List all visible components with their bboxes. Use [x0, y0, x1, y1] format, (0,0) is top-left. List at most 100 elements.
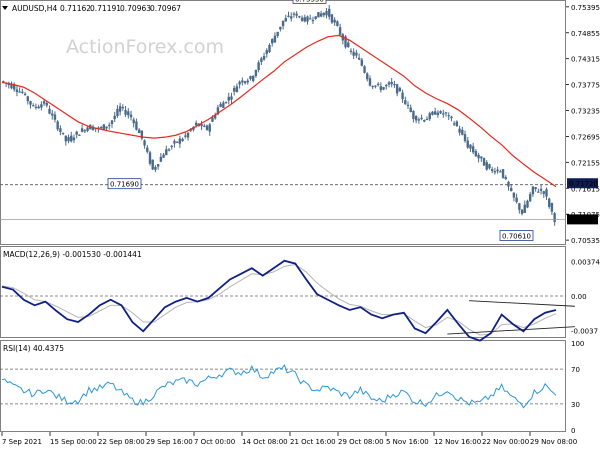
candle-body [444, 112, 448, 114]
candle-body [61, 132, 65, 134]
candle-body [363, 66, 366, 73]
candle-body [78, 134, 81, 136]
annotation-label: 0.71690 [110, 181, 139, 189]
candle-body [243, 81, 247, 84]
candle-body [501, 169, 505, 178]
candle-body [284, 18, 287, 22]
candle-body [328, 8, 331, 17]
candle-body [450, 116, 453, 119]
candle-body [333, 19, 336, 23]
macd-panel [0, 246, 566, 338]
candle-body [379, 86, 383, 91]
candle-body [56, 121, 59, 130]
candle-body [146, 147, 149, 152]
candle-body [205, 125, 209, 130]
candle-body [292, 13, 296, 15]
candle-body [458, 128, 461, 133]
candle-body [167, 149, 171, 151]
rsi-tick-label: 0 [571, 427, 575, 435]
candle-body [382, 87, 385, 90]
candle-body [170, 145, 173, 148]
candle-body [482, 158, 486, 166]
candle-body [412, 110, 415, 119]
time-tick-label: 22 Sep 08:00 [98, 438, 145, 446]
time-tick-label: 22 Nov 00:00 [482, 438, 529, 446]
candle-body [393, 83, 396, 86]
candle-body [385, 84, 388, 87]
collapse-triangle-icon[interactable] [2, 6, 8, 10]
candle-body [398, 87, 402, 92]
candle-body [314, 16, 317, 20]
candle-body [452, 123, 456, 125]
time-tick-label: 7 Sep 2021 [2, 438, 42, 446]
candle-body [45, 102, 49, 106]
candle-body [300, 17, 304, 21]
candle-body [463, 134, 467, 141]
candle-body [175, 141, 179, 143]
candle-body [455, 121, 459, 127]
candle-body [537, 191, 540, 193]
rsi-title: RSI(14) 40.4375 [3, 344, 64, 353]
candle-body [466, 140, 469, 148]
candle-body [409, 107, 412, 112]
price-tick-label: 0.73235 [571, 108, 600, 116]
price-tick-label: 0.70535 [571, 237, 600, 245]
chart-canvas: ActionForex.com 0.75550 0.71690 0.70610 0.… [0, 0, 600, 446]
candle-body [241, 80, 244, 83]
candle-body [477, 154, 480, 159]
candle-body [64, 135, 68, 142]
candle-body [154, 167, 157, 170]
candle-body [469, 144, 472, 149]
candle-body [40, 104, 43, 108]
candle-body [99, 126, 103, 129]
candle-body [262, 56, 266, 60]
candle-body [523, 204, 526, 213]
candle-body [151, 159, 154, 170]
candle-body [224, 101, 228, 104]
candle-body [80, 128, 84, 132]
candle-body [26, 96, 29, 102]
candle-body [357, 57, 361, 60]
candle-body [235, 86, 239, 93]
candle-body [545, 189, 548, 197]
candle-body [325, 11, 328, 16]
rsi-tick-label: 70 [571, 366, 580, 374]
candle-body [260, 58, 263, 62]
ohlc-close: 0.70967 [150, 4, 181, 13]
candle-body [159, 156, 163, 162]
candle-body [184, 135, 187, 137]
time-tick-label: 14 Oct 08:00 [242, 438, 288, 446]
candle-body [371, 85, 374, 88]
candle-body [211, 117, 214, 122]
candle-body [480, 156, 483, 159]
candle-body [447, 115, 450, 117]
current-price-label: 0.70967 [569, 216, 598, 224]
candle-body [420, 117, 423, 120]
candle-body [404, 100, 407, 105]
candle-body [295, 13, 298, 16]
candle-body [311, 19, 315, 22]
candle-body [118, 106, 122, 112]
candle-body [414, 116, 418, 121]
axis-labels: 0.75395 0.74855 0.74315 0.73775 0.73235 0.726… [1, 4, 600, 446]
candle-body [273, 35, 277, 43]
ohlc-low: 0.70963 [120, 4, 151, 13]
candle-body [108, 124, 111, 127]
candle-body [249, 76, 252, 80]
candle-body [496, 169, 499, 172]
candle-body [32, 105, 35, 107]
candle-body [360, 59, 364, 66]
candle-body [401, 92, 404, 100]
time-tick-label: 5 Nov 16:00 [386, 438, 429, 446]
price-tick-label: 0.72695 [571, 133, 600, 141]
candle-body [336, 21, 339, 26]
macd-series [0, 259, 575, 342]
candle-body [395, 84, 399, 94]
candle-body [86, 127, 89, 131]
candle-body [338, 27, 342, 35]
candle-body [116, 108, 119, 117]
candle-body [531, 186, 535, 195]
rsi-tick-label: 100 [571, 340, 584, 348]
candle-body [507, 181, 510, 187]
candle-body [238, 81, 241, 85]
